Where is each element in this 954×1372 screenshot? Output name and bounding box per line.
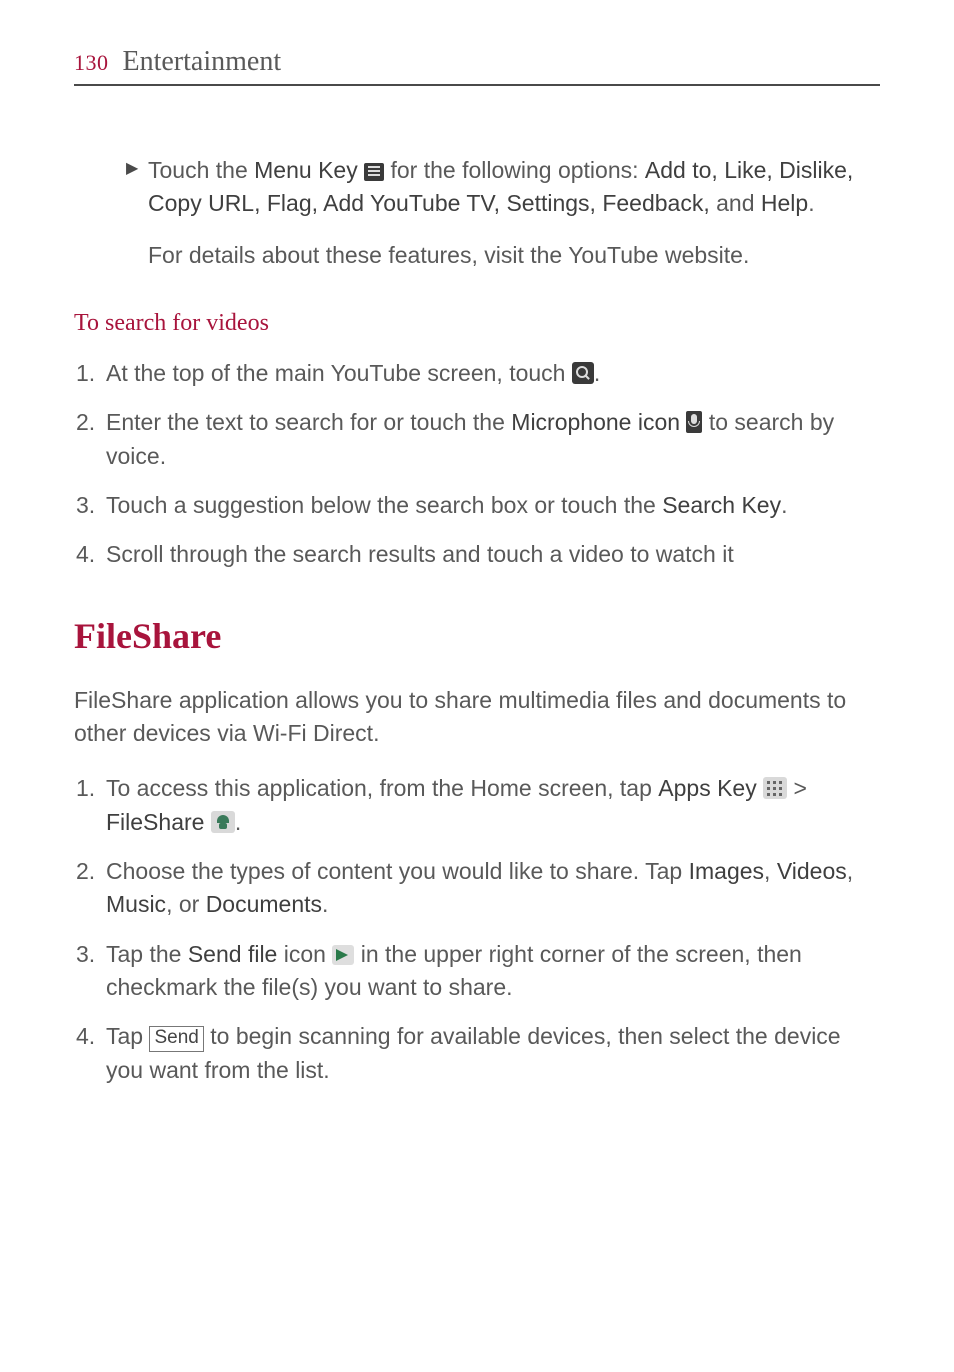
list-item: 4. Scroll through the search results and… <box>74 538 880 571</box>
text-segment: Tap <box>106 1023 149 1049</box>
text-segment: . <box>322 891 328 917</box>
text-segment: . <box>594 360 600 386</box>
details-note: For details about these features, visit … <box>148 239 880 272</box>
list-item: 1. At the top of the main YouTube screen… <box>74 357 880 390</box>
list-item: 3. Touch a suggestion below the search b… <box>74 489 880 522</box>
text-segment: . <box>235 809 241 835</box>
fileshare-intro: FileShare application allows you to shar… <box>74 684 880 751</box>
text-segment: Touch a suggestion below the search box … <box>106 492 662 518</box>
apps-key-label: Apps Key <box>658 775 756 801</box>
text-segment: for the following options: <box>384 157 645 183</box>
search-steps-list: 1. At the top of the main YouTube screen… <box>74 357 880 572</box>
text-segment: At the top of the main YouTube screen, t… <box>106 360 572 386</box>
menu-key-icon <box>364 163 384 181</box>
text-segment: , or <box>166 891 206 917</box>
step-number: 1. <box>74 357 106 390</box>
step-text: Enter the text to search for or touch th… <box>106 406 880 473</box>
text-segment: > <box>787 775 807 801</box>
step-number: 3. <box>74 938 106 1005</box>
microphone-icon-label: Microphone icon <box>511 409 680 435</box>
list-item: 1. To access this application, from the … <box>74 772 880 839</box>
step-text: To access this application, from the Hom… <box>106 772 880 839</box>
step-text: Tap Send to begin scanning for available… <box>106 1020 880 1087</box>
text-segment: . <box>808 190 814 216</box>
text-segment: , <box>847 858 853 884</box>
text-segment: Scroll through the search results and to… <box>106 541 734 567</box>
content-type-documents: Documents <box>206 891 322 917</box>
list-item: 2. Enter the text to search for or touch… <box>74 406 880 473</box>
step-text: Tap the Send file icon in the upper righ… <box>106 938 880 1005</box>
step-text: Choose the types of content you would li… <box>106 855 880 922</box>
menu-key-label: Menu Key <box>254 157 358 183</box>
apps-key-icon <box>763 777 787 799</box>
text-segment: and <box>710 190 761 216</box>
text-segment: Touch the <box>148 157 254 183</box>
step-number: 1. <box>74 772 106 839</box>
content-type-music: Music <box>106 891 166 917</box>
section-title: Entertainment <box>123 46 282 78</box>
text-segment: . <box>781 492 787 518</box>
search-videos-heading: To search for videos <box>74 306 880 341</box>
content-type-images: Images <box>689 858 764 884</box>
step-number: 2. <box>74 855 106 922</box>
fileshare-icon <box>211 811 235 833</box>
menu-key-text: Touch the Menu Key for the following opt… <box>148 154 880 221</box>
step-number: 3. <box>74 489 106 522</box>
page-number: 130 <box>74 50 109 76</box>
send-file-icon <box>332 945 354 965</box>
list-item: 3. Tap the Send file icon in the upper r… <box>74 938 880 1005</box>
menu-option-help: Help <box>761 190 808 216</box>
step-number: 4. <box>74 538 106 571</box>
search-icon <box>572 362 594 384</box>
step-text: Touch a suggestion below the search box … <box>106 489 880 522</box>
step-text: At the top of the main YouTube screen, t… <box>106 357 880 390</box>
manual-page: 130 Entertainment ▶ Touch the Menu Key f… <box>0 0 954 1087</box>
text-segment: icon <box>277 941 332 967</box>
step-number: 2. <box>74 406 106 473</box>
text-segment: Enter the text to search for or touch th… <box>106 409 511 435</box>
text-segment: To access this application, from the Hom… <box>106 775 658 801</box>
list-item: 4. Tap Send to begin scanning for availa… <box>74 1020 880 1087</box>
step-text: Scroll through the search results and to… <box>106 538 880 571</box>
fileshare-label: FileShare <box>106 809 204 835</box>
microphone-icon <box>686 411 702 433</box>
text-segment: Tap the <box>106 941 188 967</box>
page-body: ▶ Touch the Menu Key for the following o… <box>74 154 880 1087</box>
menu-key-bullet: ▶ Touch the Menu Key for the following o… <box>126 154 880 221</box>
fileshare-heading: FileShare <box>74 610 880 662</box>
text-segment: , <box>764 858 777 884</box>
send-button-box: Send <box>149 1026 203 1052</box>
bullet-marker-icon: ▶ <box>126 154 148 221</box>
text-segment: Choose the types of content you would li… <box>106 858 689 884</box>
content-type-videos: Videos <box>777 858 847 884</box>
list-item: 2. Choose the types of content you would… <box>74 855 880 922</box>
send-file-label: Send file <box>188 941 278 967</box>
text-segment: to begin scanning for available devices,… <box>106 1023 841 1082</box>
page-header: 130 Entertainment <box>74 46 880 86</box>
search-key-label: Search Key <box>662 492 781 518</box>
fileshare-steps-list: 1. To access this application, from the … <box>74 772 880 1087</box>
step-number: 4. <box>74 1020 106 1087</box>
